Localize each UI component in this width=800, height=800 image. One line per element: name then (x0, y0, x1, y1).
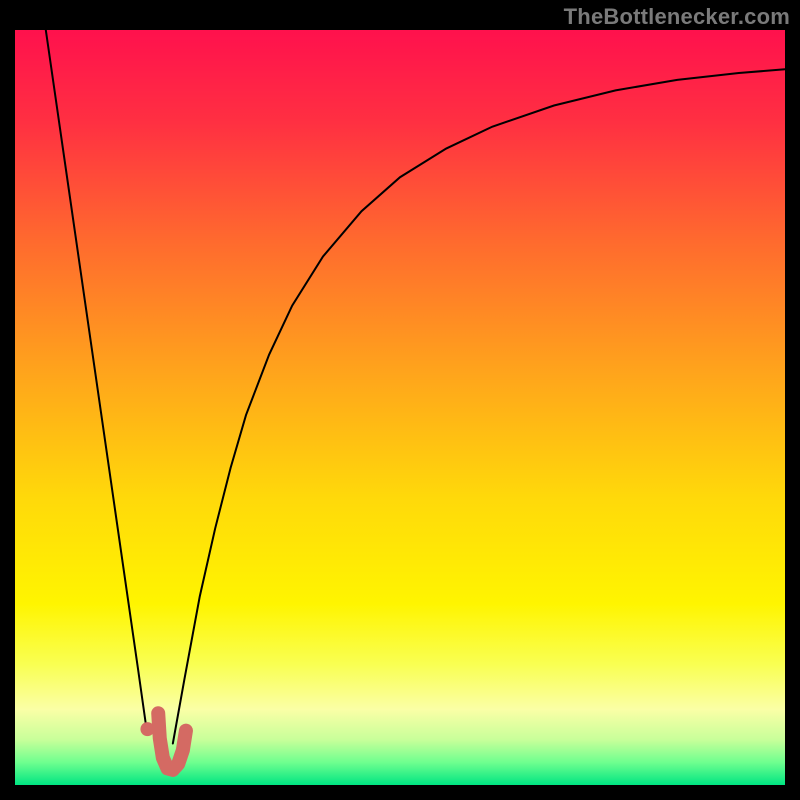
marker-dot (140, 722, 154, 736)
gradient-background (15, 30, 785, 785)
bottleneck-chart (0, 0, 800, 800)
watermark-text: TheBottlenecker.com (564, 4, 790, 30)
chart-stage: TheBottlenecker.com (0, 0, 800, 800)
